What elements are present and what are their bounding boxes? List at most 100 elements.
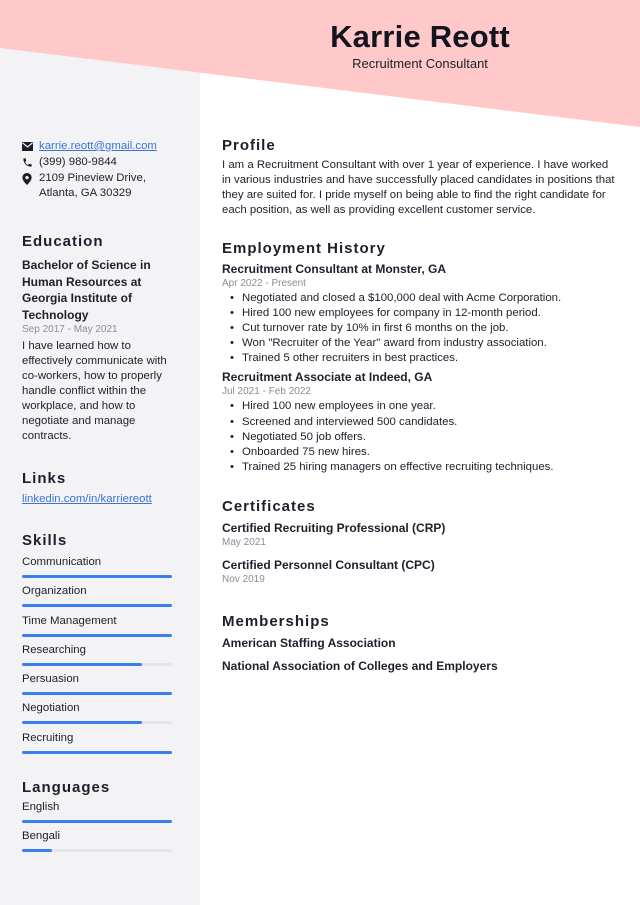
job-bullet: Trained 25 hiring managers on effective …: [230, 460, 620, 475]
level-bar-fill: [22, 604, 172, 608]
job-bullets: Negotiated and closed a $100,000 deal wi…: [230, 291, 620, 367]
level-bar-track: [22, 575, 172, 578]
languages-list: English Bengali: [22, 800, 182, 859]
job-bullet: Screened and interviewed 500 candidates.: [230, 415, 620, 430]
level-bar-fill: [22, 692, 172, 696]
level-bar-track: [22, 849, 172, 853]
job-title: Recruitment Consultant at Monster, GA: [222, 262, 447, 276]
certificates-list: Certified Recruiting Professional (CRP) M…: [222, 520, 620, 587]
skill-item: Persuasion: [22, 672, 182, 701]
job-bullet: Hired 100 new employees in one year.: [230, 399, 620, 414]
level-bar-fill: [22, 849, 52, 853]
certificate-date: Nov 2019: [222, 573, 265, 585]
languages-heading: Languages: [22, 779, 111, 797]
links-section: Links linkedin.com/in/karriereott: [22, 469, 182, 507]
profile-text: I am a Recruitment Consultant with over …: [222, 159, 615, 216]
contact-phone: (399) 980-9844: [22, 155, 182, 170]
contact-address: 2109 Pineview Drive, Atlanta, GA 30329: [22, 171, 182, 201]
level-bar-track: [22, 750, 172, 754]
job-bullet: Hired 100 new employees for company in 1…: [230, 306, 620, 321]
level-bar-fill: [22, 820, 172, 824]
skill-item: Time Management: [22, 614, 182, 643]
skill-item: Negotiation: [22, 701, 182, 730]
profile-heading: Profile: [222, 137, 276, 154]
linkedin-link[interactable]: linkedin.com/in/karriereott: [22, 492, 182, 507]
membership-item: National Association of Colleges and Emp…: [222, 658, 498, 673]
language-item: English: [22, 800, 182, 829]
certificate-entry: Certified Recruiting Professional (CRP) M…: [222, 520, 620, 550]
links-heading: Links: [22, 470, 67, 487]
skill-label: Persuasion: [22, 673, 79, 686]
jobs-list: Recruitment Consultant at Monster, GA Apr…: [222, 261, 620, 475]
level-bar-track: [22, 820, 172, 824]
job-bullet: Won "Recruiter of the Year" award from i…: [230, 336, 620, 351]
education-dates: Sep 2017 - May 2021: [22, 324, 118, 335]
skill-item: Organization: [22, 584, 182, 613]
memberships-list: American Staffing Association National As…: [222, 635, 620, 674]
membership-item: American Staffing Association: [222, 635, 396, 650]
certificates-section: Certificates Certified Recruiting Profes…: [222, 497, 620, 587]
skill-item: Researching: [22, 643, 182, 672]
level-bar-fill: [22, 721, 142, 725]
level-bar-fill: [22, 575, 172, 578]
certificate-title: Certified Recruiting Professional (CRP): [222, 520, 446, 535]
header: Karrie Reott Recruitment Consultant: [200, 18, 640, 72]
certificates-heading: Certificates: [222, 497, 316, 515]
education-section: Education Bachelor of Science in Human R…: [22, 232, 182, 444]
skills-list: Communication Organization Time Management…: [22, 555, 182, 760]
languages-section: Languages English Bengali: [22, 778, 182, 859]
employment-section: Employment History Recruitment Consultan…: [222, 239, 620, 475]
education-degree: Bachelor of Science in Human Resources a…: [22, 258, 151, 322]
language-item: Bengali: [22, 829, 182, 858]
skill-label: Communication: [22, 556, 102, 568]
certificate-entry: Certified Personnel Consultant (CPC) Nov …: [222, 557, 620, 587]
phone-number: (399) 980-9844: [39, 156, 117, 168]
level-bar-track: [22, 633, 172, 637]
education-heading: Education: [22, 233, 104, 250]
skill-label: Researching: [22, 643, 86, 656]
address: 2109 Pineview Drive, Atlanta, GA 30329: [39, 172, 146, 199]
language-label: Bengali: [22, 830, 60, 843]
certificate-title: Certified Personnel Consultant (CPC): [222, 557, 435, 572]
sidebar: karrie.reott@gmail.com (399) 980-9844 21…: [22, 139, 182, 859]
skill-label: Organization: [22, 585, 87, 598]
job-title: Recruitment Associate at Indeed, GA: [222, 370, 433, 385]
job-bullet: Negotiated and closed a $100,000 deal wi…: [230, 291, 620, 306]
profile-section: Profile I am a Recruitment Consultant wi…: [222, 136, 620, 218]
phone-icon: [22, 155, 39, 170]
job-dates: Jul 2021 - Feb 2022: [222, 386, 311, 398]
skill-item: Communication: [22, 555, 182, 584]
employment-heading: Employment History: [222, 240, 386, 257]
language-label: English: [22, 801, 60, 814]
map-pin-icon: [22, 171, 39, 186]
contact-section: karrie.reott@gmail.com (399) 980-9844 21…: [22, 139, 182, 201]
candidate-title: Recruitment Consultant: [352, 56, 488, 71]
memberships-heading: Memberships: [222, 612, 330, 630]
skill-label: Time Management: [22, 614, 117, 627]
skill-label: Recruiting: [22, 731, 74, 744]
job-dates: Apr 2022 - Present: [222, 278, 306, 289]
education-description: I have learned how to effectively commun…: [22, 340, 167, 442]
candidate-name: Karrie Reott: [330, 19, 510, 54]
level-bar-fill: [22, 662, 142, 666]
skill-item: Recruiting: [22, 731, 182, 760]
job-bullet: Cut turnover rate by 10% in first 6 mont…: [230, 321, 620, 336]
level-bar-fill: [22, 633, 172, 637]
skills-section: Skills Communication Organization Time Man…: [22, 531, 182, 760]
main-content: Profile I am a Recruitment Consultant wi…: [222, 136, 620, 674]
memberships-section: Memberships American Staffing Associatio…: [222, 612, 620, 674]
contact-email: karrie.reott@gmail.com: [22, 139, 182, 154]
skill-label: Negotiation: [22, 702, 80, 715]
job-bullets: Hired 100 new employees in one year.Scre…: [230, 399, 620, 475]
level-bar-track: [22, 692, 172, 696]
job-entry: Recruitment Associate at Indeed, GA Jul 2…: [222, 369, 620, 475]
job-bullet: Trained 5 other recruiters in best pract…: [230, 351, 620, 366]
job-bullet: Onboarded 75 new hires.: [230, 445, 620, 460]
level-bar-track: [22, 721, 172, 725]
email-link[interactable]: karrie.reott@gmail.com: [39, 139, 157, 154]
job-entry: Recruitment Consultant at Monster, GA Apr…: [222, 261, 620, 367]
certificate-date: May 2021: [222, 536, 266, 548]
skills-heading: Skills: [22, 532, 68, 549]
level-bar-fill: [22, 750, 172, 754]
level-bar-track: [22, 662, 172, 666]
